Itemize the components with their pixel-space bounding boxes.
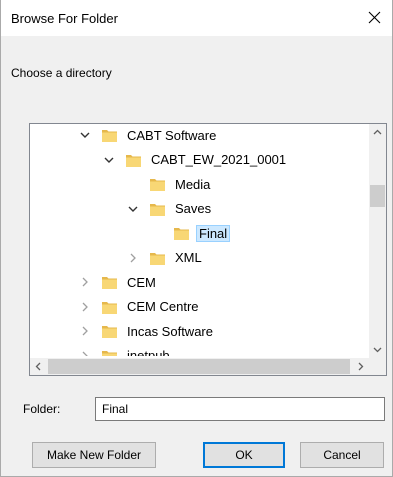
folder-icon <box>101 299 118 315</box>
tree-item[interactable]: Saves <box>126 198 214 220</box>
folder-icon <box>149 201 166 217</box>
folder-icon <box>149 176 166 192</box>
collapsed-chevron-icon[interactable] <box>78 300 92 314</box>
tree-item-label: Media <box>175 176 211 192</box>
tree-item-label: inetpub <box>127 348 170 356</box>
horizontal-scrollbar[interactable] <box>30 358 369 375</box>
tree-item-label: CABT_EW_2021_0001 <box>151 152 287 167</box>
dialog-title: Browse For Folder <box>11 11 118 26</box>
close-button[interactable] <box>356 0 392 36</box>
scroll-up-button[interactable] <box>369 124 386 141</box>
tree-item[interactable]: Media <box>126 173 213 195</box>
tree-item-label: CEM Centre <box>127 299 199 314</box>
tree-item-label: Saves <box>175 201 212 216</box>
collapsed-chevron-icon[interactable] <box>78 324 92 338</box>
folder-icon <box>101 348 118 356</box>
expanded-chevron-icon[interactable] <box>78 128 92 142</box>
tree-item-label: Final <box>196 224 231 242</box>
tree-item-label: Incas Software <box>127 323 213 339</box>
title-bar[interactable]: Browse For Folder <box>1 0 392 36</box>
tree-item[interactable]: CABT Software <box>78 124 219 146</box>
folder-icon <box>101 323 118 339</box>
tree-item[interactable]: CEM <box>78 271 159 293</box>
chevron-down-icon <box>373 347 382 353</box>
chevron-right-icon <box>358 362 364 371</box>
tree-item-label: CEM <box>127 274 156 290</box>
tree-item-label: CABT Software <box>127 127 217 143</box>
close-icon <box>368 11 381 24</box>
scroll-down-button[interactable] <box>369 341 386 358</box>
vertical-scroll-thumb[interactable] <box>370 185 385 207</box>
expanded-chevron-icon[interactable] <box>126 202 140 216</box>
horizontal-scroll-thumb[interactable] <box>48 359 350 374</box>
folder-icon <box>149 250 166 266</box>
scroll-left-button[interactable] <box>30 358 47 375</box>
tree-item[interactable]: CABT_EW_2021_0001 <box>102 149 289 171</box>
folder-icon <box>173 225 190 241</box>
collapsed-chevron-icon[interactable] <box>78 349 92 356</box>
folder-icon <box>101 127 118 143</box>
make-new-folder-button[interactable]: Make New Folder <box>32 442 156 468</box>
tree-item[interactable]: Final <box>150 222 231 244</box>
folder-field-label: Folder: <box>23 402 61 416</box>
scroll-right-button[interactable] <box>352 358 369 375</box>
collapsed-chevron-icon[interactable] <box>126 251 140 265</box>
chevron-left-icon <box>35 362 41 371</box>
tree-item[interactable]: inetpub <box>78 345 173 356</box>
folder-input[interactable] <box>95 397 385 421</box>
cancel-button[interactable]: Cancel <box>300 442 384 468</box>
chevron-up-icon <box>373 129 382 135</box>
folder-tree[interactable]: CABT Software CABT_EW_2021_0001 Media Saves… <box>29 123 387 376</box>
dialog-prompt: Choose a directory <box>11 66 112 80</box>
ok-button[interactable]: OK <box>203 442 285 468</box>
folder-icon <box>101 274 118 290</box>
expanded-chevron-icon[interactable] <box>102 153 116 167</box>
tree-item[interactable]: CEM Centre <box>78 296 202 318</box>
collapsed-chevron-icon[interactable] <box>78 275 92 289</box>
scrollbar-corner <box>369 358 386 375</box>
tree-item-label: XML <box>175 250 202 265</box>
vertical-scrollbar[interactable] <box>369 124 386 358</box>
browse-for-folder-dialog: Browse For Folder Choose a directory CAB… <box>0 0 393 477</box>
tree-item[interactable]: XML <box>126 247 205 269</box>
tree-item[interactable]: Incas Software <box>78 320 216 342</box>
folder-tree-rows: CABT Software CABT_EW_2021_0001 Media Saves… <box>30 124 369 356</box>
folder-icon <box>125 152 142 168</box>
